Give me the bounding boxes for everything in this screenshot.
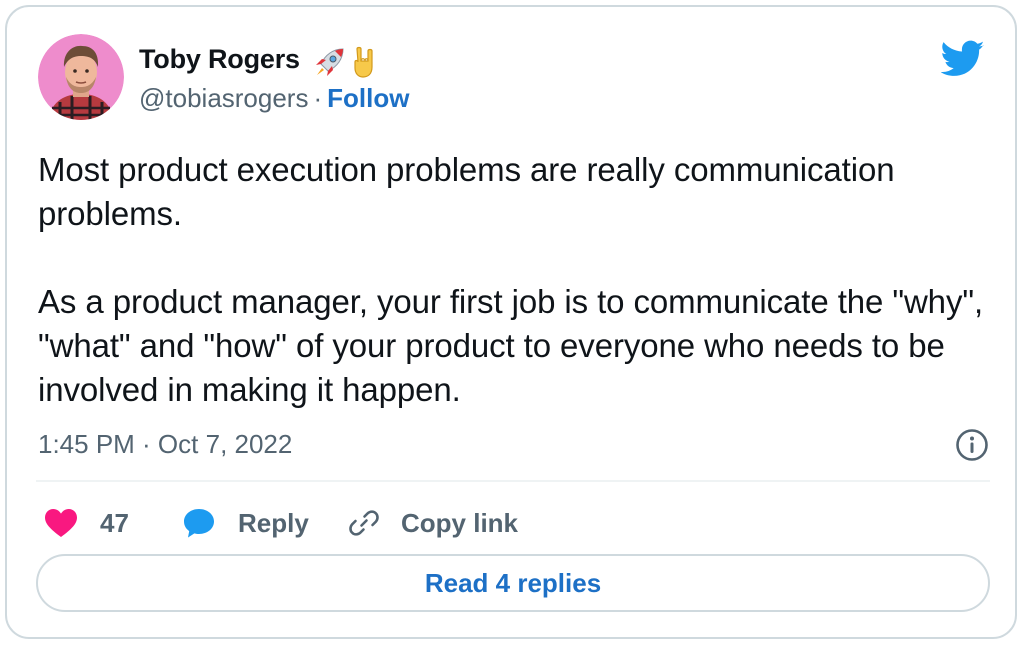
tweet-text: Most product execution problems are real… — [38, 148, 998, 412]
read-replies-button[interactable]: Read 4 replies — [36, 554, 990, 612]
rocket-emoji-icon — [316, 48, 344, 76]
like-count: 47 — [100, 507, 129, 538]
tweet-embed-card: Toby Rogers @tobiasrogers · Follow Most pr… — [5, 5, 1017, 639]
heart-icon — [45, 509, 77, 537]
divider — [36, 480, 990, 482]
tweet-paragraph: As a product manager, your first job is … — [38, 283, 984, 408]
handle-row: @tobiasrogers · Follow — [139, 83, 409, 114]
tweet-timestamp[interactable]: 1:45 PM · Oct 7, 2022 — [38, 429, 292, 460]
link-icon — [349, 510, 379, 536]
reply-label: Reply — [238, 507, 309, 538]
speech-bubble-icon — [184, 509, 214, 538]
read-replies-label: Read 4 replies — [424, 567, 602, 598]
copy-link-label: Copy link — [401, 507, 519, 538]
copy-link-button[interactable]: Copy link — [347, 503, 518, 543]
tweet-paragraph: Most product execution problems are real… — [38, 151, 895, 232]
sign-of-the-horns-emoji-icon — [354, 46, 373, 78]
twitter-bird-icon[interactable] — [941, 40, 985, 78]
info-icon[interactable] — [955, 428, 989, 462]
handle-separator: · — [313, 83, 323, 113]
follow-link[interactable]: Follow — [327, 83, 409, 113]
author-name[interactable]: Toby Rogers — [139, 44, 300, 75]
author-handle[interactable]: @tobiasrogers — [139, 83, 308, 113]
reply-button[interactable]: Reply — [182, 503, 309, 543]
like-button[interactable]: 47 — [44, 503, 129, 543]
avatar[interactable] — [38, 34, 124, 120]
